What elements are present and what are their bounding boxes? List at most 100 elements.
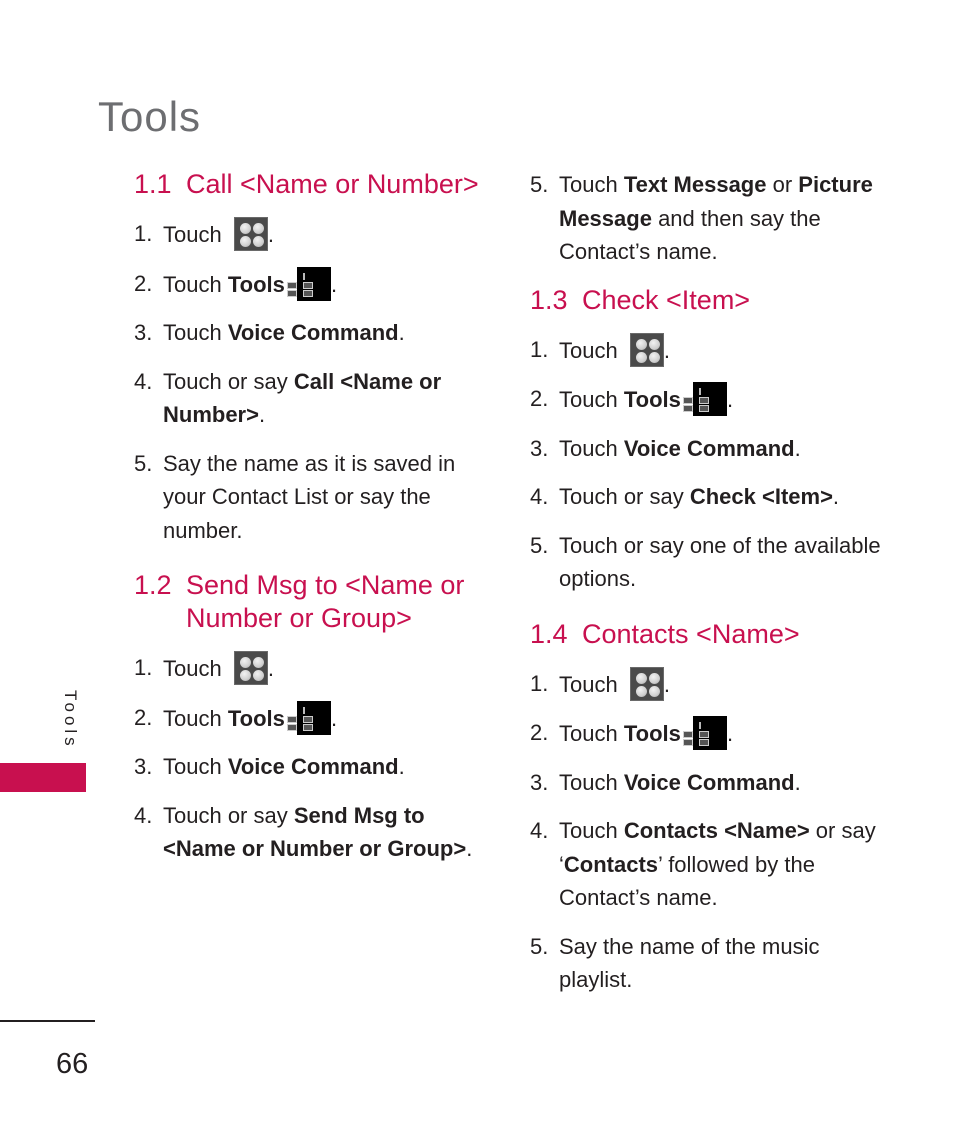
step-bold: Contacts [563,851,659,877]
step-text: Touch [559,818,624,843]
step-text: Say the name of the music playlist. [559,933,820,993]
step-text: Touch or say [163,368,294,394]
step-text: Touch [163,222,222,247]
step-number: 5. [530,933,549,959]
steps-send-msg-continued: 5. Touch Text Message or Picture Message … [530,168,890,269]
step-number: 5. [530,532,549,558]
step: 5. Touch Text Message or Picture Message … [530,168,890,269]
step: 4. Touch or say Call <Name or Number>. [134,365,494,432]
section-number: 1.1 [134,169,172,199]
step-text: Touch or say [163,802,294,828]
section-heading-send-msg: 1.2 Send Msg to <Name or Number or Group> [134,569,494,635]
menu-grid-icon [233,651,268,685]
step-number: 5. [134,450,153,476]
step: 5. Say the name as it is saved in your Co… [134,447,494,548]
right-column: 5. Touch Text Message or Picture Message … [530,168,890,1012]
step-text: . [794,435,801,461]
step-text: Touch [559,172,624,197]
step-text: . [794,769,801,795]
step: 1. Touch . [530,666,890,702]
menu-grid-icon [629,332,664,367]
step-text: . [330,271,338,297]
steps-check-item: 1. Touch . 2. Touch Tools . 3. Touch Voice … [530,332,890,596]
step-text: Touch [559,671,618,697]
section-title: Send Msg to <Name or Number or Group> [186,570,465,633]
step: 3. Touch Voice Command. [134,316,494,350]
step-text: . [663,671,670,697]
step-number: 2. [530,720,549,745]
step-bold: Tools [623,721,681,746]
step: 5. Touch or say one of the available opti… [530,529,890,596]
footer-divider [0,1020,95,1022]
step-text: or [766,172,799,197]
step-text: Touch [163,754,228,779]
step-number: 1. [530,336,549,362]
step-text: . [258,402,266,427]
tools-calculator-icon [286,700,331,735]
step-bold: Voice Command [623,435,795,461]
step-number: 1. [134,221,153,246]
page-title: Tools [98,93,202,141]
step-number: 3. [134,754,153,779]
side-section-label: Tools [61,690,80,750]
step: 1. Touch . [134,217,494,252]
step-number: 2. [134,270,153,296]
step-text: Touch [559,337,618,363]
step: 2. Touch Tools . [530,716,890,751]
step-bold: Text Message [623,172,767,197]
step: 2. Touch Tools . [530,382,890,417]
tools-calculator-icon [682,382,727,416]
step-text: . [832,484,840,509]
step-bold: Voice Command [623,769,795,795]
step-number: 5. [530,172,549,197]
step-text: Touch or say one of the available option… [559,532,881,592]
step-text: . [726,721,734,746]
section-heading-contacts: 1.4 Contacts <Name> [530,618,890,651]
step-bold: Voice Command [227,320,399,345]
step-text: Touch [163,320,228,345]
tools-calculator-icon [286,266,331,301]
section-number: 1.4 [530,618,568,649]
step-number: 1. [530,670,549,696]
steps-send-msg: 1. Touch . 2. Touch Tools . 3. Touch Voice … [134,651,494,866]
step-number: 3. [530,769,549,795]
step: 4. Touch Contacts <Name> or say ‘Contacts… [530,814,890,915]
step-number: 4. [134,802,153,828]
step: 3. Touch Voice Command. [134,750,494,784]
step-text: . [726,387,734,412]
step-text: Touch [559,721,624,746]
step-bold: Tools [623,387,681,412]
step: 3. Touch Voice Command. [530,432,890,466]
section-title: Check <Item> [582,284,751,315]
left-column: 1.1 Call <Name or Number> 1. Touch . 2. Tou… [134,168,494,881]
section-heading-call: 1.1 Call <Name or Number> [134,168,494,201]
step-bold: Voice Command [227,754,399,779]
section-number: 1.3 [530,284,568,315]
step: 2. Touch Tools . [134,700,494,736]
step: 1. Touch . [530,332,890,368]
section-number: 1.2 [134,570,172,600]
tools-calculator-icon [682,716,727,750]
step-text: . [398,754,405,779]
step-number: 2. [530,386,549,411]
step-number: 3. [530,435,549,461]
step-text: Touch or say [559,484,690,509]
step: 2. Touch Tools . [134,266,494,302]
step-text: . [466,836,473,861]
step-text: Say the name as it is saved in your Cont… [163,450,456,543]
step-text: . [330,705,338,731]
menu-grid-icon [233,217,268,251]
step-bold: Check <Item> [689,484,833,509]
step-bold: Tools [227,271,285,297]
step-number: 1. [134,655,153,680]
step-number: 4. [134,368,153,394]
step: 4. Touch or say Check <Item>. [530,480,890,514]
step-text: Touch [559,387,624,412]
step: 3. Touch Voice Command. [530,766,890,800]
step-text: Touch [559,769,624,795]
steps-contacts: 1. Touch . 2. Touch Tools . 3. Touch Voice … [530,666,890,997]
step-number: 4. [530,484,549,509]
step-text: . [267,222,274,247]
page-number: 66 [56,1048,89,1080]
step-text: Touch [559,435,624,461]
